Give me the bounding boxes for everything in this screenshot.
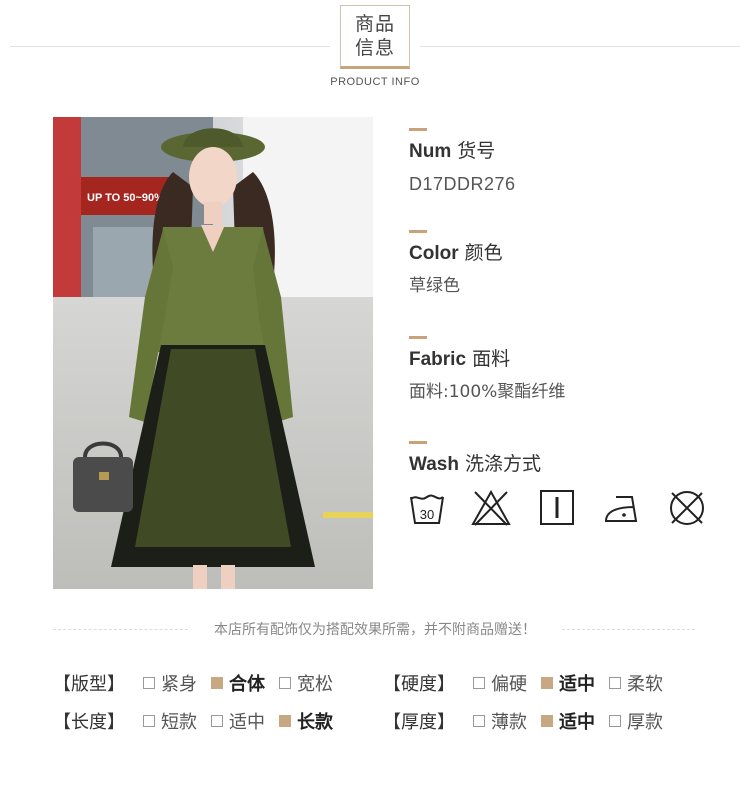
hang-dry-icon: [540, 490, 574, 525]
attr-thickness-label: 【厚度】: [383, 712, 455, 733]
attr-length: 【长度】 短款 适中 长款: [53, 708, 333, 734]
info-num: Num 货号 D17DDR276: [409, 128, 729, 195]
checkbox-icon: [211, 715, 223, 727]
iron-low-icon: [604, 496, 638, 522]
attr-thickness-option-2: 适中: [541, 708, 595, 734]
attr-hardness-option-3: 柔软: [609, 670, 663, 696]
attr-thickness: 【厚度】 薄款 适中 厚款: [383, 708, 663, 734]
checkbox-icon: [279, 677, 291, 689]
checkbox-icon: [473, 715, 485, 727]
info-num-en: Num: [409, 141, 452, 162]
header-divider-right: [420, 46, 740, 47]
accent-bar: [409, 336, 427, 339]
info-color-zh: 颜色: [464, 242, 503, 264]
attr-length-option-2: 适中: [211, 708, 265, 734]
checkbox-icon: [609, 677, 621, 689]
info-wash: Wash 洗涤方式: [409, 441, 729, 477]
attr-thickness-option-3: 厚款: [609, 708, 663, 734]
attr-fit-option-3: 宽松: [279, 670, 333, 696]
info-color-en: Color: [409, 243, 459, 264]
accent-bar: [409, 128, 427, 131]
info-fabric-zh: 面料: [472, 348, 511, 370]
attr-hardness: 【硬度】 偏硬 适中 柔软: [383, 670, 663, 696]
info-fabric-value: 面料:100%聚酯纤维: [409, 382, 566, 402]
wash-icons: 30: [409, 489, 709, 529]
no-dry-clean-icon: [670, 491, 704, 525]
info-color-value: 草绿色: [409, 276, 460, 296]
checkbox-icon: [609, 715, 621, 727]
info-color-title: Color 颜色: [409, 241, 729, 266]
attr-length-option-1: 短款: [143, 708, 197, 734]
accessory-notice: 本店所有配饰仅为搭配效果所需，并不附商品赠送！: [214, 622, 536, 638]
accent-bar: [409, 441, 427, 444]
attr-length-option-3: 长款: [279, 708, 333, 734]
notice-divider-right: [562, 629, 695, 630]
info-wash-title: Wash 洗涤方式: [409, 452, 729, 477]
attr-thickness-option-1: 薄款: [473, 708, 527, 734]
info-fabric: Fabric 面料 面料:100%聚酯纤维: [409, 336, 729, 403]
attr-fit-option-1: 紧身: [143, 670, 197, 696]
attr-hardness-label: 【硬度】: [383, 674, 455, 695]
section-title-box: 商品 信息: [340, 5, 410, 69]
checkbox-icon: [143, 677, 155, 689]
info-num-title: Num 货号: [409, 139, 729, 164]
section-title-line1: 商品: [354, 13, 395, 35]
header-divider-left: [10, 46, 330, 47]
attr-fit-option-2: 合体: [211, 670, 265, 696]
checkbox-icon: [143, 715, 155, 727]
section-subtitle: PRODUCT INFO: [330, 76, 420, 88]
checkbox-checked-icon: [541, 715, 553, 727]
attr-fit-label: 【版型】: [53, 674, 125, 695]
attr-length-label: 【长度】: [53, 712, 125, 733]
attr-fit: 【版型】 紧身 合体 宽松: [53, 670, 333, 696]
info-fabric-en: Fabric: [409, 349, 467, 370]
checkbox-icon: [473, 677, 485, 689]
notice-divider-left: [53, 629, 188, 630]
section-title-line2: 信息: [354, 37, 395, 59]
wash-30-icon: 30: [410, 494, 444, 524]
checkbox-checked-icon: [279, 715, 291, 727]
wash-temp-label: 30: [420, 507, 434, 522]
no-bleach-icon: [471, 489, 511, 526]
info-wash-en: Wash: [409, 454, 459, 475]
attr-hardness-option-2: 适中: [541, 670, 595, 696]
product-photo: UP TO 50~90% OFF: [53, 117, 373, 589]
info-wash-zh: 洗涤方式: [465, 453, 542, 475]
info-num-zh: 货号: [457, 140, 496, 162]
info-fabric-title: Fabric 面料: [409, 347, 729, 372]
checkbox-checked-icon: [211, 677, 223, 689]
accent-bar: [409, 230, 427, 233]
info-num-value: D17DDR276: [409, 174, 516, 194]
attr-hardness-option-1: 偏硬: [473, 670, 527, 696]
info-color: Color 颜色 草绿色: [409, 230, 729, 297]
checkbox-checked-icon: [541, 677, 553, 689]
